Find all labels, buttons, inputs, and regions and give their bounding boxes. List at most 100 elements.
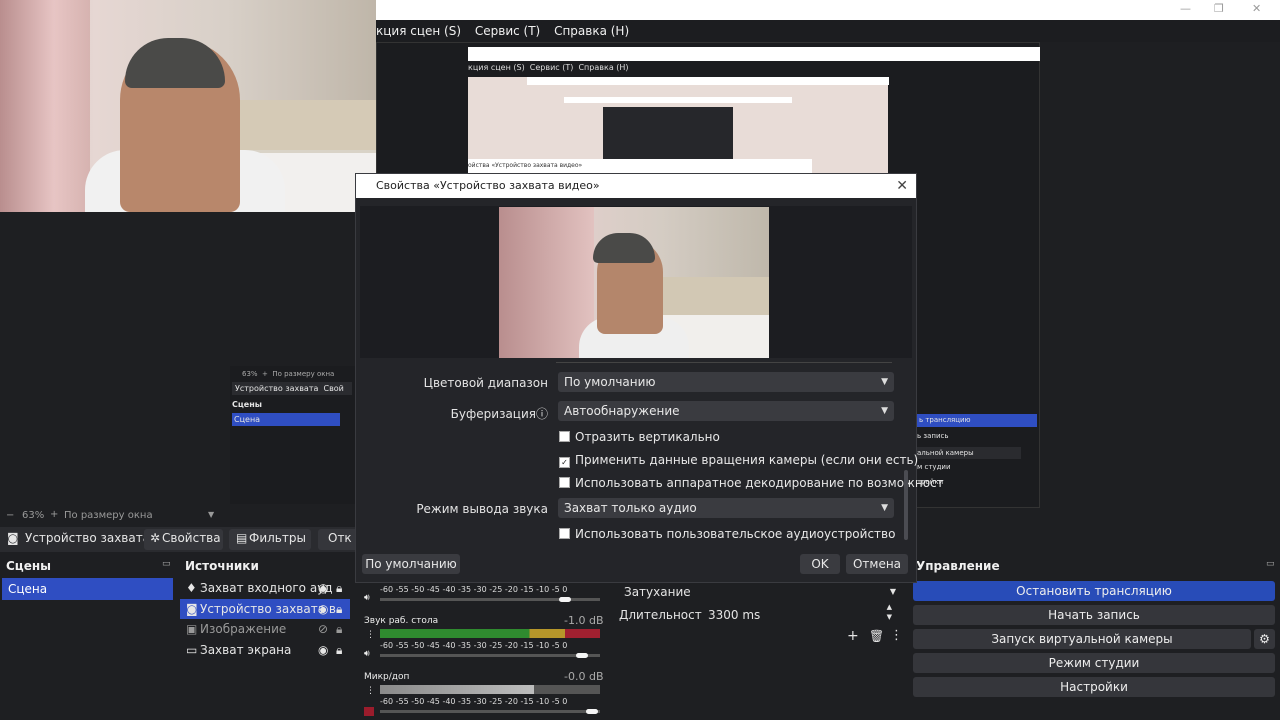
- meter-scale: -60 -55 -50 -45 -40 -35 -30 -25 -20 -15 …: [380, 585, 568, 594]
- sources-title: Источники: [185, 559, 259, 573]
- eye-icon[interactable]: ◉: [318, 578, 328, 598]
- close-icon[interactable]: ✕: [1252, 2, 1261, 15]
- color-range-value: По умолчанию: [564, 375, 656, 389]
- minimize-icon[interactable]: —: [1180, 2, 1191, 15]
- apply-rotation-label: Применить данные вращения камеры (если о…: [575, 453, 919, 467]
- audio-mode-label: Режим вывода звука: [416, 502, 548, 516]
- webcam-overlay: [0, 0, 376, 212]
- dialog-title: Свойства «Устройство захвата видео»: [376, 179, 600, 192]
- transition-type: Затухание: [624, 585, 691, 599]
- nested-ctl-0: ь трансляцию: [917, 414, 1037, 427]
- start-record-button[interactable]: Начать запись: [913, 605, 1275, 625]
- lock-icon[interactable]: 🔒︎: [336, 578, 342, 598]
- maximize-icon[interactable]: ❐: [1214, 2, 1224, 15]
- source-row-video-capture[interactable]: ◙ Устройство захвата в ◉ 🔒︎: [180, 599, 350, 619]
- source-label-3: Захват экрана: [200, 643, 292, 657]
- eye-icon[interactable]: ◉: [318, 640, 328, 660]
- dock-menu-icon[interactable]: ▭: [1266, 559, 1275, 569]
- zoom-in-icon[interactable]: +: [50, 509, 58, 520]
- ok-button[interactable]: OK: [800, 554, 840, 574]
- selected-source-label: Устройство захвата: [25, 531, 151, 545]
- source-label-0: Захват входного ауд: [200, 581, 333, 595]
- lock-icon[interactable]: 🔒︎: [336, 640, 342, 660]
- flip-vertical-checkbox[interactable]: Отразить вертикально: [559, 430, 720, 444]
- buffering-label-wrap: Буферизацияⓘ: [451, 405, 548, 422]
- checkbox-checked-icon[interactable]: ✓: [559, 457, 570, 468]
- stop-stream-button[interactable]: Остановить трансляцию: [913, 581, 1275, 601]
- duration-value: 3300 ms: [708, 608, 761, 622]
- menu-bar: кция сцен (S) Сервис (T) Справка (H): [376, 20, 1280, 42]
- more-label: Отк: [328, 531, 352, 545]
- eye-slash-icon[interactable]: ⊘: [318, 619, 328, 639]
- color-range-select[interactable]: По умолчанию ▼: [558, 372, 894, 392]
- preview-cap: [593, 233, 655, 263]
- properties-button[interactable]: ✲ Свойства: [144, 529, 223, 550]
- chevron-down-icon[interactable]: ▼: [208, 510, 214, 519]
- kebab-menu-icon[interactable]: ⋮: [366, 686, 375, 696]
- apply-rotation-checkbox[interactable]: ✓ Применить данные вращения камеры (если …: [559, 453, 918, 468]
- preview-zoom-bar: − 63% + По размеру окна ▼: [0, 508, 360, 526]
- transition-select[interactable]: Затухание ▼: [618, 583, 904, 601]
- filters-button[interactable]: ▤ Фильтры: [229, 529, 311, 550]
- menu-tools[interactable]: Сервис (T): [475, 20, 540, 42]
- virtual-camera-button[interactable]: Запуск виртуальной камеры: [913, 629, 1251, 649]
- source-label-2: Изображение: [200, 622, 287, 636]
- volume-slider-knob[interactable]: [576, 653, 588, 658]
- lock-icon[interactable]: 🔒︎: [336, 599, 342, 619]
- cam-headboard: [230, 100, 376, 155]
- preview-headboard: [649, 277, 769, 317]
- buffering-select[interactable]: Автообнаружение ▼: [558, 401, 894, 421]
- defaults-button[interactable]: По умолчанию: [362, 554, 460, 574]
- checkbox-icon[interactable]: [559, 528, 570, 539]
- checkbox-icon[interactable]: [559, 431, 570, 442]
- lock-icon[interactable]: 🔒︎: [336, 619, 342, 639]
- dialog-titlebar: Свойства «Устройство захвата видео» ✕: [356, 174, 916, 198]
- zoom-out-icon[interactable]: −: [6, 510, 14, 521]
- mute-icon[interactable]: [364, 707, 374, 716]
- nested-titlebar-2: [527, 77, 889, 85]
- channel-desktop-audio-label: Звук раб. стола: [364, 616, 439, 626]
- close-icon[interactable]: ✕: [896, 177, 908, 195]
- dock-menu-icon[interactable]: ▭: [162, 559, 171, 569]
- volume-slider-track[interactable]: [380, 654, 600, 657]
- volume-icon[interactable]: 🔊︎: [364, 593, 370, 603]
- nested-dialog-title: ойства «Устройство захвата видео»: [468, 159, 812, 173]
- more-button[interactable]: Отк: [318, 529, 360, 550]
- nested-source-bar: Устройство захвата Свой: [232, 382, 352, 395]
- kebab-menu-icon[interactable]: ⋮: [366, 630, 375, 640]
- volume-icon[interactable]: 🔊︎: [364, 649, 370, 659]
- nested-ctl-1: ь запись: [917, 432, 949, 440]
- audio-mode-select[interactable]: Захват только аудио ▼: [558, 498, 894, 518]
- source-row-screen-capture[interactable]: ▭ Захват экрана ◉ 🔒︎: [180, 640, 350, 660]
- settings-button[interactable]: Настройки: [913, 677, 1275, 697]
- camera-icon: ◙: [7, 531, 19, 545]
- eye-icon[interactable]: ◉: [318, 599, 328, 619]
- kebab-menu-icon[interactable]: ⋮: [890, 628, 903, 643]
- studio-mode-button[interactable]: Режим студии: [913, 653, 1275, 673]
- volume-slider-track[interactable]: [380, 710, 600, 713]
- gear-icon[interactable]: ⚙: [1254, 629, 1275, 649]
- menu-help[interactable]: Справка (H): [554, 20, 629, 42]
- cam-person-cap: [125, 38, 225, 88]
- trash-icon[interactable]: 🗑︎: [869, 629, 884, 643]
- hw-decode-checkbox[interactable]: Использовать аппаратное декодирование по…: [559, 476, 944, 490]
- gear-icon: ✲: [150, 531, 161, 545]
- cancel-button[interactable]: Отмена: [846, 554, 908, 574]
- dialog-scrollbar[interactable]: [904, 470, 908, 540]
- menu-scene-collection[interactable]: кция сцен (S): [376, 20, 461, 42]
- volume-slider-knob[interactable]: [586, 709, 598, 714]
- row-color-range: Цветовой диапазон По умолчанию ▼: [356, 372, 912, 394]
- volume-slider-knob[interactable]: [559, 597, 571, 602]
- info-icon[interactable]: ⓘ: [536, 407, 548, 421]
- source-row-audio-input[interactable]: ♦ Захват входного ауд ◉ 🔒︎: [180, 578, 350, 598]
- checkbox-icon[interactable]: [559, 477, 570, 488]
- fit-to-window-select[interactable]: По размеру окна: [64, 510, 153, 521]
- scene-item[interactable]: Сцена: [2, 578, 173, 600]
- spinner-icon[interactable]: ▲ ▼: [887, 602, 892, 622]
- duration-input[interactable]: 3300 ms ▲ ▼: [702, 602, 900, 625]
- source-label-1: Устройство захвата в: [200, 602, 336, 616]
- chevron-down-icon: ▼: [881, 406, 888, 416]
- source-row-image[interactable]: ▣ Изображение ⊘ 🔒︎: [180, 619, 350, 639]
- plus-icon[interactable]: +: [847, 628, 859, 644]
- custom-audio-device-checkbox[interactable]: Использовать пользовательское аудиоустро…: [559, 527, 895, 541]
